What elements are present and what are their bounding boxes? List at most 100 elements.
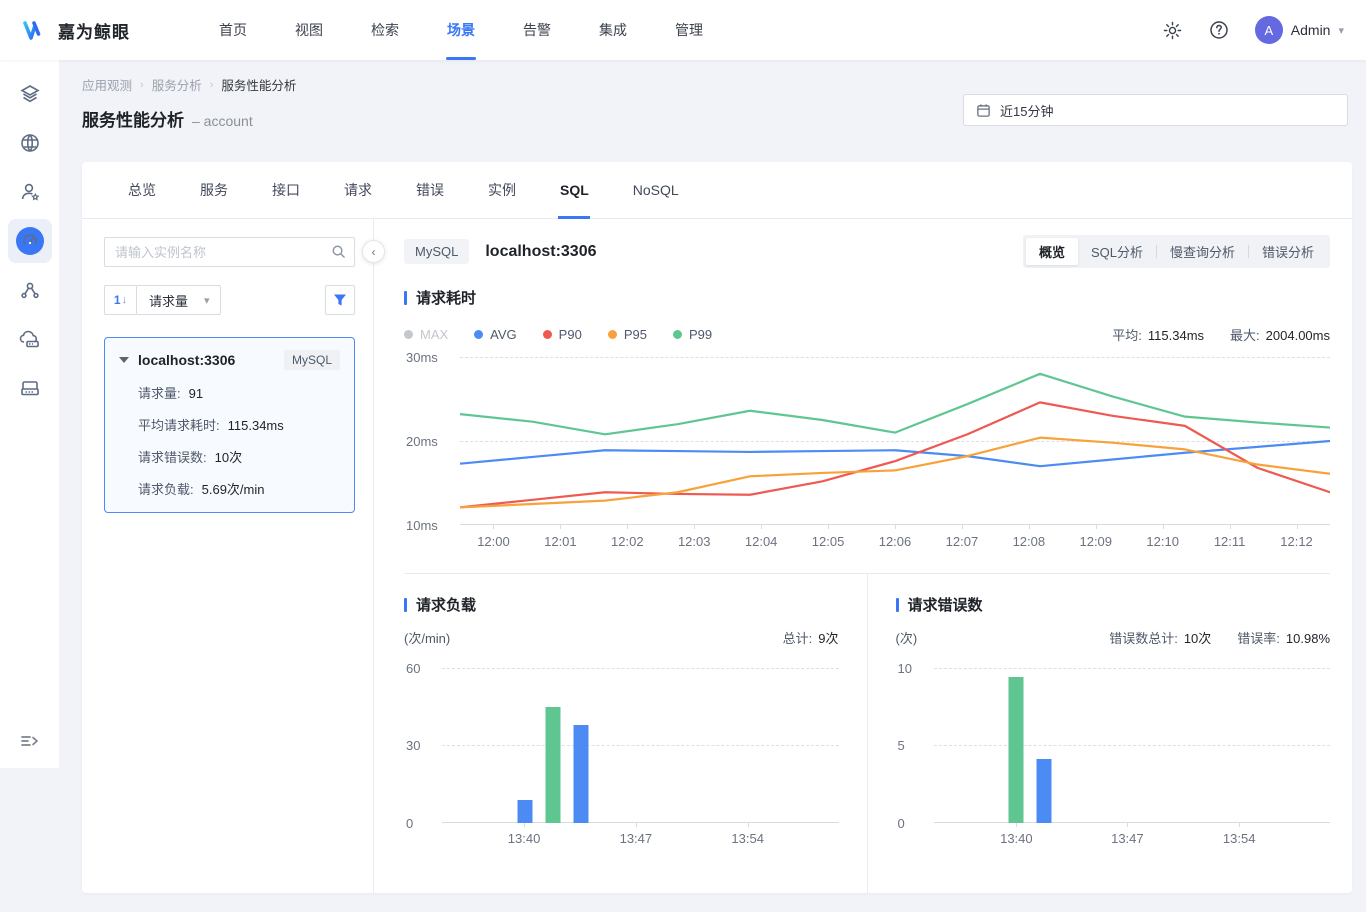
legend-dot — [404, 330, 413, 339]
filter-button[interactable] — [325, 285, 355, 315]
axis-tick — [1163, 525, 1164, 529]
calendar-icon — [976, 103, 991, 118]
view-tab-slow-query[interactable]: 慢查询分析 — [1157, 238, 1248, 265]
nav-item-alerts[interactable]: 告警 — [499, 0, 575, 60]
tab-instances[interactable]: 实例 — [466, 162, 538, 219]
error-rate-value: 10.98% — [1286, 631, 1330, 646]
nav-item-views[interactable]: 视图 — [271, 0, 347, 60]
tab-sql[interactable]: SQL — [538, 162, 611, 219]
load-bar[interactable] — [517, 800, 532, 823]
tab-errors[interactable]: 错误 — [394, 162, 466, 219]
sidebar-item-hosts[interactable] — [8, 366, 52, 410]
sort-field-select[interactable]: 请求量 ▾ — [137, 286, 220, 314]
sidebar-collapse-toggle[interactable] — [20, 733, 40, 754]
time-range-picker[interactable]: 近15分钟 — [963, 94, 1348, 126]
section-accent-bar — [404, 291, 407, 305]
page-title: 服务性能分析 — [82, 106, 184, 131]
x-tick-label: 12:03 — [661, 534, 728, 549]
sidebar-item-cloud[interactable] — [8, 317, 52, 361]
instance-search-input[interactable] — [104, 237, 355, 267]
load-bar[interactable] — [573, 725, 588, 823]
x-tick-label: 12:02 — [594, 534, 661, 549]
axis-tick — [1230, 525, 1231, 529]
sort-order-icon[interactable]: 1↓ — [105, 286, 137, 314]
avatar: A — [1255, 16, 1283, 44]
avg-latency-value: 115.34ms — [1148, 328, 1204, 343]
load-section: 请求负载 (次/min) 总计:9次 60 30 — [404, 574, 867, 893]
icon-sidebar — [0, 60, 59, 768]
unit-label: (次) — [896, 628, 918, 647]
legend-item-avg[interactable]: AVG — [474, 327, 517, 342]
load-stats: 总计:9次 — [783, 628, 839, 647]
page-content: 应用观测 › 服务分析 › 服务性能分析 服务性能分析 – account 近1… — [59, 60, 1366, 912]
sort-control[interactable]: 1↓ 请求量 ▾ — [104, 285, 221, 315]
metric-request-count: 请求量:91 — [119, 383, 340, 402]
errors-bar[interactable] — [1036, 759, 1051, 823]
tab-nosql[interactable]: NoSQL — [611, 162, 701, 219]
top-navigation: 嘉为鲸眼 首页 视图 检索 场景 告警 集成 管理 A Admin ▾ — [0, 0, 1366, 60]
view-tab-error-analysis[interactable]: 错误分析 — [1249, 238, 1327, 265]
axis-tick — [748, 823, 749, 827]
storage-icon — [19, 377, 41, 399]
axis-tick — [1239, 823, 1240, 827]
nav-item-integrations[interactable]: 集成 — [575, 0, 651, 60]
brand-logo[interactable]: 嘉为鲸眼 — [22, 18, 195, 43]
load-bar-chart[interactable]: 60 30 0 — [404, 668, 839, 823]
view-tab-overview[interactable]: 概览 — [1026, 238, 1078, 265]
breadcrumb-item[interactable]: 服务分析 — [152, 75, 202, 94]
sidebar-item-topology[interactable] — [8, 268, 52, 312]
nav-item-home[interactable]: 首页 — [195, 0, 271, 60]
instance-card-localhost-3306[interactable]: localhost:3306 MySQL 请求量:91 平均请求耗时:115.3… — [104, 337, 355, 513]
nav-item-admin[interactable]: 管理 — [651, 0, 727, 60]
legend-item-p90[interactable]: P90 — [543, 327, 582, 342]
caret-down-icon[interactable] — [119, 357, 129, 363]
x-tick-label: 13:47 — [620, 831, 653, 846]
tab-requests[interactable]: 请求 — [322, 162, 394, 219]
help-icon[interactable] — [1209, 20, 1229, 40]
section-accent-bar — [404, 598, 407, 612]
tab-overview[interactable]: 总览 — [106, 162, 178, 219]
sidebar-item-apm-active[interactable] — [8, 219, 52, 263]
x-tick-label: 12:11 — [1196, 534, 1263, 549]
legend-item-p95[interactable]: P95 — [608, 327, 647, 342]
sidebar-item-globe[interactable] — [8, 121, 52, 165]
view-tab-sql-analysis[interactable]: SQL分析 — [1078, 238, 1156, 265]
x-tick-label: 12:07 — [928, 534, 995, 549]
legend-item-max[interactable]: MAX — [404, 327, 448, 342]
sidebar-item-layers[interactable] — [8, 72, 52, 116]
tab-services[interactable]: 服务 — [178, 162, 250, 219]
legend-dot — [543, 330, 552, 339]
breadcrumb-item[interactable]: 应用观测 — [82, 75, 132, 94]
x-tick-label: 12:05 — [795, 534, 862, 549]
errors-stats: 错误数总计:10次 错误率:10.98% — [1109, 628, 1330, 647]
x-tick-label: 12:08 — [995, 534, 1062, 549]
settings-gear-icon[interactable] — [1163, 20, 1183, 40]
load-plot-area[interactable] — [442, 668, 839, 823]
errors-bar[interactable] — [1009, 677, 1024, 823]
axis-tick — [524, 823, 525, 827]
nav-item-scenes[interactable]: 场景 — [423, 0, 499, 60]
nav-item-search[interactable]: 检索 — [347, 0, 423, 60]
errors-plot-area[interactable] — [934, 668, 1331, 823]
legend-item-p99[interactable]: P99 — [673, 327, 712, 342]
x-tick-label: 13:54 — [731, 831, 764, 846]
sidebar-item-user-analysis[interactable] — [8, 170, 52, 214]
metric-avg-latency: 平均请求耗时:115.34ms — [119, 415, 340, 434]
x-axis-labels: 12:0012:0112:0212:0312:0412:0512:0612:07… — [460, 534, 1330, 549]
x-tick-label: 12:04 — [728, 534, 795, 549]
user-menu[interactable]: A Admin ▾ — [1255, 16, 1344, 44]
latency-plot-area[interactable] — [460, 357, 1330, 525]
panel-collapse-button[interactable]: ‹ — [362, 240, 385, 263]
y-axis-labels: 30ms 20ms 10ms — [404, 357, 460, 525]
latency-line-chart[interactable]: 30ms 20ms 10ms — [404, 357, 1330, 525]
breadcrumb: 应用观测 › 服务分析 › 服务性能分析 — [82, 75, 1348, 94]
user-name: Admin — [1291, 22, 1331, 38]
tab-endpoints[interactable]: 接口 — [250, 162, 322, 219]
sort-field-value: 请求量 — [149, 291, 188, 310]
funnel-icon — [333, 293, 347, 307]
errors-bar-chart[interactable]: 10 5 0 — [896, 668, 1331, 823]
dashboard-icon — [16, 227, 44, 255]
layers-icon — [19, 83, 41, 105]
logo-icon — [22, 18, 49, 42]
load-bar[interactable] — [546, 707, 561, 823]
